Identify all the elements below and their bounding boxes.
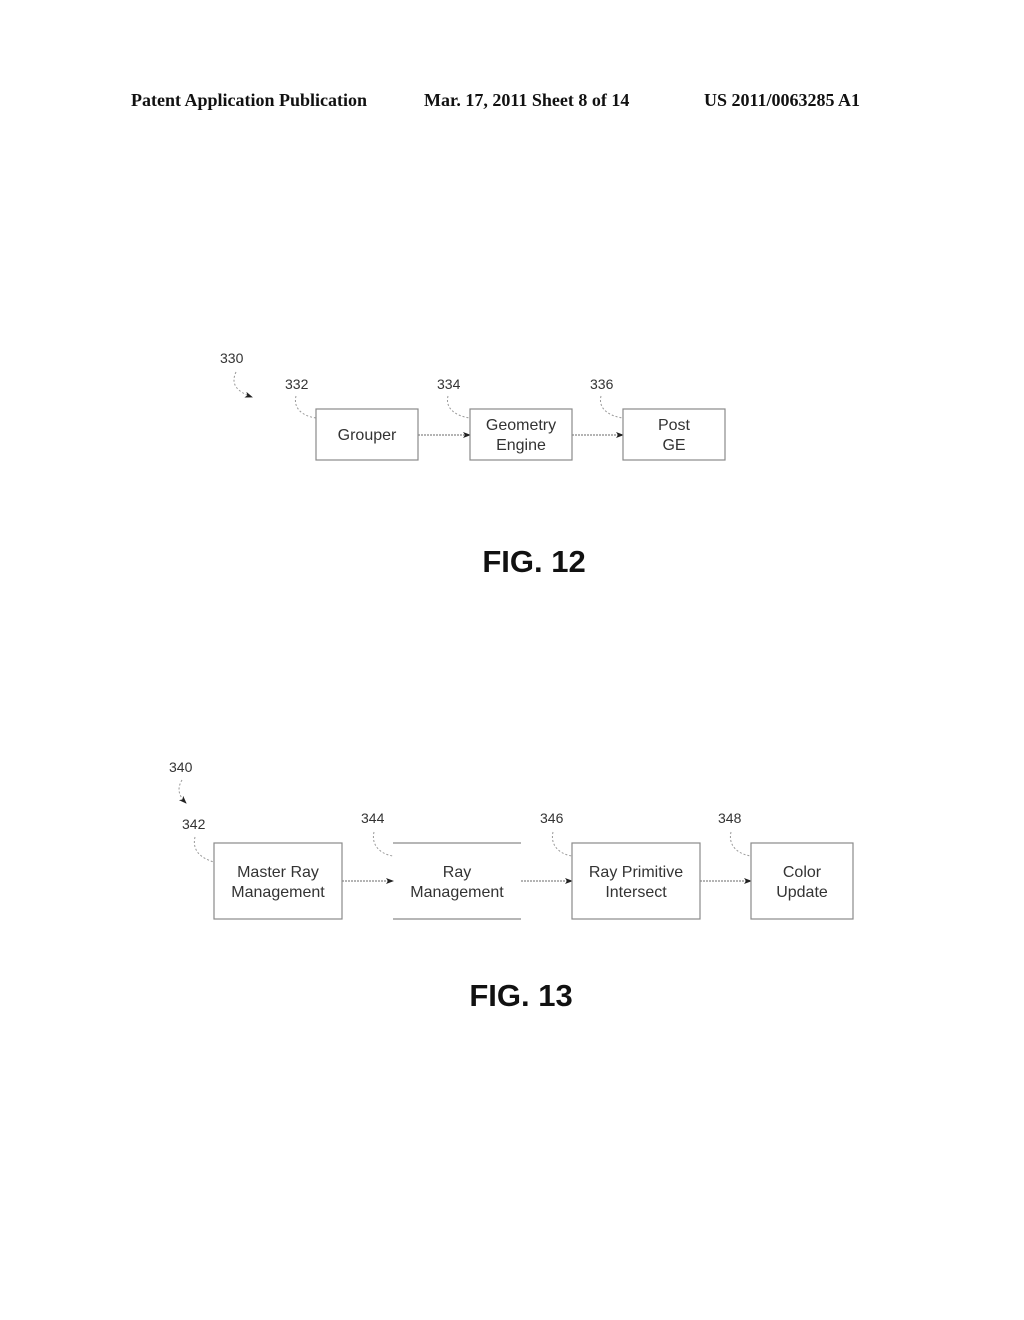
fig13-ref-label: 340 (169, 759, 193, 775)
block-label-line: Ray Primitive (589, 864, 683, 881)
patent-figures: 330 332 Grouper 334 Geometry Engine 336 … (169, 350, 854, 1013)
leader-line (729, 831, 752, 857)
block-frame (750, 842, 854, 920)
fig13-ref-arrow (178, 779, 187, 804)
block-label-line: Engine (496, 437, 546, 454)
block-grouper: 332 Grouper (285, 376, 419, 461)
leader-line (551, 831, 573, 857)
block-ref: 346 (540, 810, 564, 826)
leader-line (446, 395, 471, 419)
fig13: 340 342 Master Ray Management 344 Ray Ma… (169, 759, 854, 1013)
block-frame (213, 842, 343, 920)
leader-line (599, 395, 624, 419)
fig12-caption: FIG. 12 (482, 544, 585, 579)
block-ref: 334 (437, 376, 461, 392)
block-ref: 342 (182, 816, 206, 832)
block-label-line: Master Ray (237, 864, 319, 881)
fig13-caption: FIG. 13 (469, 978, 572, 1013)
block-color-update: 348 Color Update (718, 810, 854, 920)
block-label-line: Intersect (605, 884, 667, 901)
leader-line (294, 395, 317, 419)
block-label-line: Ray (443, 864, 471, 881)
block-label-line: Geometry (486, 417, 556, 434)
block-post-ge: 336 Post GE (590, 376, 726, 461)
leader-line (193, 836, 215, 863)
block-label-line: Update (776, 884, 828, 901)
block-label-line: Post (658, 417, 691, 434)
block-label-line: GE (662, 437, 685, 454)
block-label-line: Management (231, 884, 325, 901)
fig12: 330 332 Grouper 334 Geometry Engine 336 … (220, 350, 726, 579)
block-label-line: Color (783, 864, 822, 881)
block-ref: 332 (285, 376, 309, 392)
fig12-ref-label: 330 (220, 350, 244, 366)
block-label-line: Management (410, 884, 504, 901)
leader-line (372, 831, 394, 857)
block-ref: 336 (590, 376, 614, 392)
block-ref: 344 (361, 810, 385, 826)
block-master-ray-management: 342 Master Ray Management (182, 816, 343, 920)
block-label-line: Grouper (338, 427, 397, 444)
block-frame (571, 842, 701, 920)
block-ref: 348 (718, 810, 742, 826)
block-ray-management: 344 Ray Management (361, 810, 521, 920)
block-ray-primitive-intersect: 346 Ray Primitive Intersect (540, 810, 701, 920)
block-geometry-engine: 334 Geometry Engine (437, 376, 573, 461)
fig12-ref-arrow (233, 371, 253, 398)
